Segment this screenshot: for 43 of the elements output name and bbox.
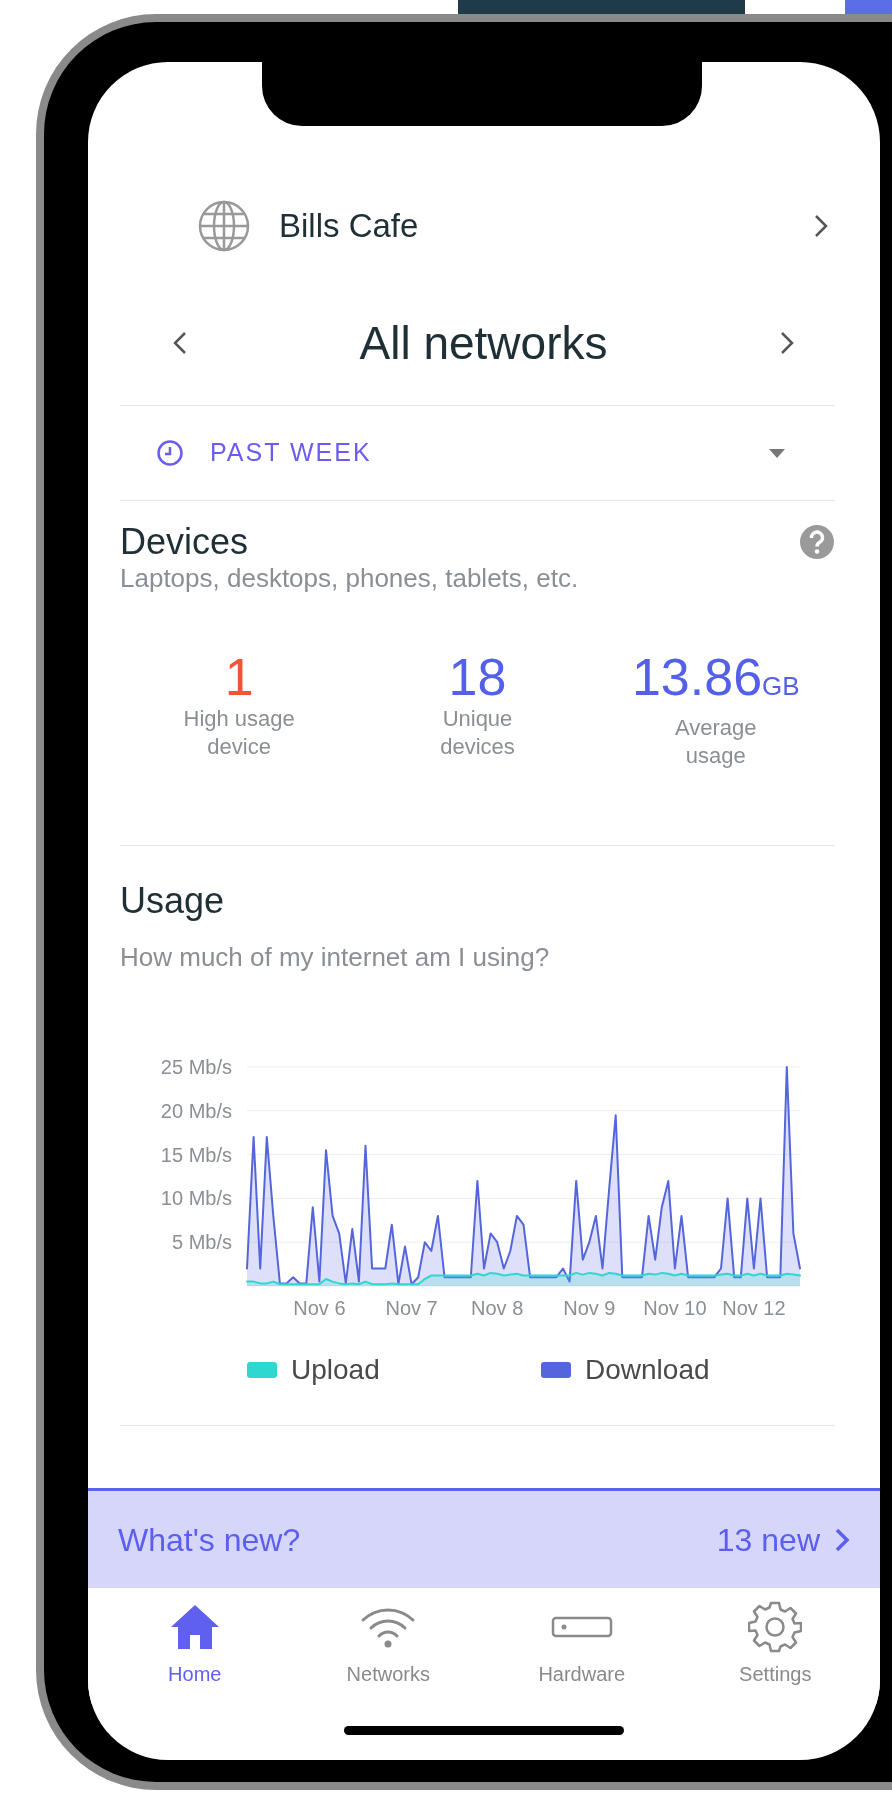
stat-label: High usage device <box>182 705 296 761</box>
time-filter-dropdown[interactable]: PAST WEEK <box>120 406 835 500</box>
axis-label: 15 Mb/s <box>160 1143 232 1166</box>
axis-label: Nov 7 <box>385 1297 438 1319</box>
axis-label: Nov 8 <box>471 1297 524 1319</box>
globe-icon <box>197 199 251 253</box>
settings-icon <box>748 1600 803 1654</box>
axis-label: Nov 6 <box>293 1297 346 1319</box>
stat-value: 18 <box>448 649 507 705</box>
section-subtitle: How much of my internet am I using? <box>120 942 551 972</box>
axis-label: 20 Mb/s <box>160 1099 232 1122</box>
axis-label: 5 Mb/s <box>171 1231 232 1254</box>
router-icon <box>550 1616 613 1638</box>
axis-label: Nov 12 <box>722 1297 786 1319</box>
help-icon[interactable] <box>799 524 835 560</box>
chevron-right-icon[interactable] <box>779 330 795 356</box>
section-title: Devices <box>120 521 249 563</box>
tab-bar-item[interactable]: Home <box>98 1588 292 1704</box>
chevron-left-icon[interactable] <box>172 330 188 356</box>
section-subtitle: Laptops, desktops, phones, tablets, etc. <box>120 563 580 593</box>
wifi-icon <box>360 1606 417 1648</box>
whats-new-banner[interactable]: What's new? 13 new <box>88 1488 880 1588</box>
clock-icon <box>156 439 184 467</box>
axis-label: Nov 10 <box>643 1297 707 1319</box>
network-name[interactable]: Bills Cafe <box>279 201 813 251</box>
network-selector-title: All networks <box>358 315 609 371</box>
stat-label: Average usage <box>674 714 758 770</box>
caret-down-icon <box>769 448 785 458</box>
stat-value: 1 <box>224 649 254 705</box>
section-title: Usage <box>120 880 226 922</box>
stat-value: 13.86GB <box>631 649 800 708</box>
legend-label: Download <box>585 1355 710 1385</box>
stat-label: Unique devices <box>439 705 516 761</box>
axis-label: 10 Mb/s <box>160 1187 232 1210</box>
update-count: 13 new <box>716 1520 820 1560</box>
chevron-right-icon <box>834 1526 850 1553</box>
tab-bar-item[interactable]: Networks <box>291 1588 485 1704</box>
tab-bar-item[interactable]: Settings <box>678 1588 872 1704</box>
axis-label: Nov 9 <box>563 1297 616 1319</box>
axis-label: 25 Mb/s <box>160 1056 232 1078</box>
chevron-right-icon[interactable] <box>813 213 829 239</box>
tab-bar-item[interactable]: Hardware <box>485 1588 679 1704</box>
legend-label: Upload <box>291 1355 380 1385</box>
